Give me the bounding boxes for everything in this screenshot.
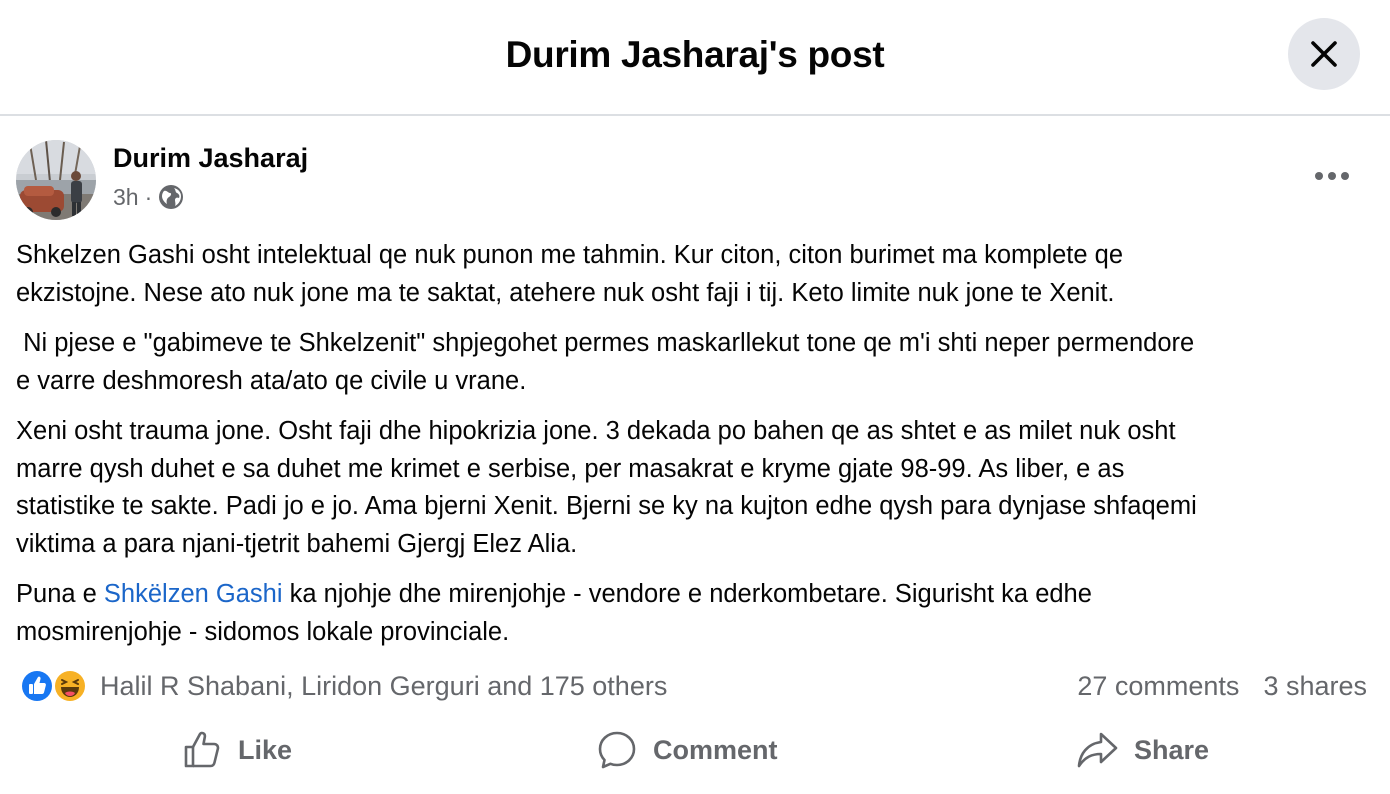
comment-button[interactable]: Comment — [597, 720, 778, 780]
post-line: ka njohje dhe mirenjohje - vendore e nde… — [282, 580, 1092, 608]
like-icon — [184, 731, 220, 768]
share-label: Share — [1134, 734, 1210, 765]
reactions-summary[interactable]: Halil R Shabani, Liridon Gerguri and 175… — [19, 666, 667, 706]
post-line: e varre deshmoresh ata/ato qe civile u v… — [16, 366, 527, 395]
shares-count[interactable]: 3 shares — [1263, 671, 1367, 702]
post-line: viktima a para njani-tjetrit bahemi Gjer… — [16, 529, 578, 558]
post-actions: Like Comment Share — [0, 720, 1390, 780]
post-paragraph: Xeni osht trauma jone. Osht faji dhe hip… — [16, 413, 1376, 563]
avatar-image — [16, 140, 96, 220]
post-paragraph: Puna e Shkëlzen Gashi ka njohje dhe mire… — [16, 576, 1376, 651]
share-icon — [1077, 732, 1118, 768]
post-line: marre qysh duhet e sa duhet me krimet e … — [16, 454, 1125, 483]
post-line: Xeni osht trauma jone. Osht faji dhe hip… — [16, 417, 1176, 445]
author-name[interactable]: Durim Jasharaj — [113, 143, 308, 174]
post-line: statistike te sakte. Padi jo e jo. Ama b… — [16, 492, 1197, 520]
post-paragraph: Shkelzen Gashi osht intelektual qe nuk p… — [16, 237, 1376, 312]
dialog-header: Durim Jasharaj's post — [0, 0, 1390, 116]
post-meta: 3h · — [113, 183, 184, 211]
post-dialog: Durim Jasharaj's post Durim Jasharaj 3h … — [0, 0, 1390, 794]
meta-separator: · — [144, 183, 153, 210]
haha-reaction-icon — [53, 669, 87, 703]
avatar[interactable] — [16, 140, 96, 220]
post-line: Puna e — [16, 580, 104, 608]
globe-icon[interactable] — [158, 184, 184, 210]
like-reaction-icon — [20, 669, 54, 703]
like-button[interactable]: Like — [182, 720, 292, 780]
more-icon — [1315, 172, 1349, 180]
mention-link[interactable]: Shkëlzen Gashi — [104, 580, 283, 608]
dialog-title: Durim Jasharaj's post — [505, 34, 885, 75]
comments-count[interactable]: 27 comments — [1077, 671, 1239, 702]
reactions-text[interactable]: Halil R Shabani, Liridon Gerguri and 175… — [100, 671, 667, 702]
comment-icon — [598, 731, 636, 769]
like-label: Like — [238, 734, 293, 765]
close-button[interactable] — [1288, 18, 1360, 90]
post-line: mosmirenjohje - sidomos lokale provincia… — [16, 617, 510, 646]
share-button[interactable]: Share — [1076, 720, 1209, 780]
post-paragraph: Ni pjese e "gabimeve te Shkelzenit" shpj… — [16, 325, 1376, 400]
post-body: Shkelzen Gashi osht intelektual qe nuk p… — [16, 237, 1376, 664]
reaction-icons — [19, 668, 88, 704]
close-icon — [1311, 41, 1337, 67]
post-time[interactable]: 3h — [113, 184, 139, 211]
post-line: Ni pjese e "gabimeve te Shkelzenit" shpj… — [16, 329, 1195, 357]
post-line: Shkelzen Gashi osht intelektual qe nuk p… — [16, 241, 1124, 269]
more-options-button[interactable] — [1306, 160, 1358, 192]
post-line: ekzistojne. Nese ato nuk jone ma te sakt… — [16, 278, 1115, 307]
engagement-counts: 27 comments 3 shares — [1077, 666, 1367, 706]
comment-label: Comment — [653, 734, 778, 765]
